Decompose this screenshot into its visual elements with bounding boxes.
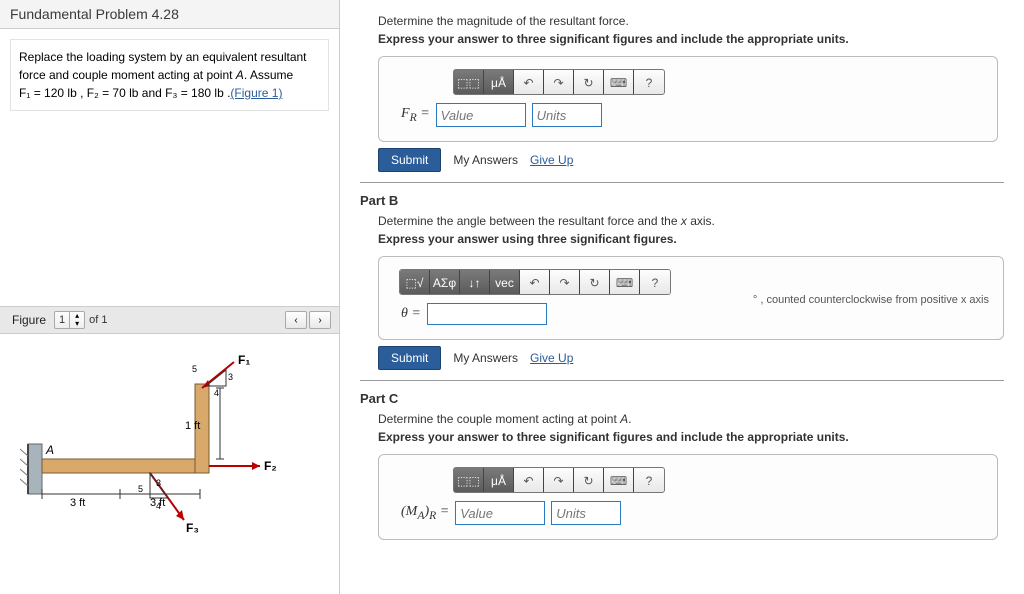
partB-toolbar: ⬚√ ΑΣφ ↓↑ vec ↶ ↷ ↻ ⌨ ? [399, 269, 671, 295]
problem-statement: Replace the loading system by an equival… [10, 39, 329, 111]
f2-value: F₂ = 70 lb [87, 86, 139, 100]
figure-next-button[interactable]: › [309, 311, 331, 329]
svg-text:4: 4 [214, 388, 219, 398]
figure-canvas: A F₁ 5 3 4 F₂ F₃ 5 [0, 334, 339, 594]
partB-answer-box: ⬚√ ΑΣφ ↓↑ vec ↶ ↷ ↻ ⌨ ? θ = ° , counted … [378, 256, 1004, 340]
partA-giveup-link[interactable]: Give Up [530, 153, 573, 167]
figure-link[interactable]: (Figure 1) [230, 86, 282, 100]
problem-text2: . Assume [244, 68, 293, 82]
partB-hint: ° , counted counterclockwise from positi… [753, 294, 989, 306]
svg-text:F₂: F₂ [264, 459, 277, 473]
partA-answer-box: ⬚⬚ μÅ ↶ ↷ ↻ ⌨ ? FR = [378, 56, 998, 142]
partB-submit-button[interactable]: Submit [378, 346, 441, 370]
partA-toolbar: ⬚⬚ μÅ ↶ ↷ ↻ ⌨ ? [453, 69, 665, 95]
keyboard-icon[interactable]: ⌨ [610, 270, 640, 295]
figure-header: Figure 1 ▴ ▾ of 1 ‹ › [0, 306, 339, 334]
help-icon[interactable]: ? [640, 270, 670, 295]
figure-stepper[interactable]: 1 ▴ ▾ [54, 311, 85, 329]
reset-icon[interactable]: ↻ [574, 468, 604, 493]
partA-submit-button[interactable]: Submit [378, 148, 441, 172]
sqrt-icon[interactable]: ⬚√ [400, 270, 430, 295]
partA-instructions: Express your answer to three significant… [378, 32, 1004, 46]
partA-value-input[interactable] [436, 103, 526, 127]
partC-prompt: Determine the couple moment acting at po… [378, 412, 1004, 426]
redo-icon[interactable]: ↷ [544, 468, 574, 493]
partC-label: Part C [360, 391, 1004, 406]
partC-units-input[interactable] [551, 501, 621, 525]
partA-units-input[interactable] [532, 103, 602, 127]
problem-title: Fundamental Problem 4.28 [0, 0, 339, 29]
greek-icon[interactable]: ΑΣφ [430, 270, 460, 295]
partC-instructions: Express your answer to three significant… [378, 430, 1004, 444]
svg-text:A: A [45, 443, 54, 457]
undo-icon[interactable]: ↶ [514, 468, 544, 493]
subscript-icon[interactable]: ↓↑ [460, 270, 490, 295]
help-icon[interactable]: ? [634, 70, 664, 95]
units-icon[interactable]: μÅ [484, 70, 514, 95]
keyboard-icon[interactable]: ⌨ [604, 468, 634, 493]
partB-value-input[interactable] [427, 303, 547, 325]
svg-text:3: 3 [156, 478, 161, 488]
keyboard-icon[interactable]: ⌨ [604, 70, 634, 95]
partC-answer-box: ⬚⬚ μÅ ↶ ↷ ↻ ⌨ ? (MA)R = [378, 454, 998, 540]
figure-prev-button[interactable]: ‹ [285, 311, 307, 329]
svg-text:5: 5 [192, 364, 197, 374]
hint-text: , counted counterclockwise from positive… [760, 294, 989, 306]
stepper-down-icon[interactable]: ▾ [70, 320, 84, 328]
undo-icon[interactable]: ↶ [514, 70, 544, 95]
partA-prompt: Determine the magnitude of the resultant… [378, 14, 1004, 28]
template-icon[interactable]: ⬚⬚ [454, 70, 484, 95]
partB-giveup-link[interactable]: Give Up [530, 351, 573, 365]
figure-current: 1 [55, 312, 69, 328]
partB-eq-label: θ = [401, 306, 421, 322]
degree-symbol: ° [753, 294, 757, 306]
svg-text:F₁: F₁ [238, 353, 250, 367]
f3-value: F₃ = 180 lb [165, 86, 224, 100]
f1-value: F₁ = 120 lb [19, 86, 77, 100]
partB-label: Part B [360, 193, 1004, 208]
figure-of-label: of 1 [89, 314, 107, 326]
svg-text:5: 5 [138, 484, 143, 494]
undo-icon[interactable]: ↶ [520, 270, 550, 295]
reset-icon[interactable]: ↻ [574, 70, 604, 95]
partA-my-answers: My Answers [453, 153, 518, 167]
vec-icon[interactable]: vec [490, 270, 520, 295]
beam-diagram: A F₁ 5 3 4 F₂ F₃ 5 [20, 344, 320, 584]
units-icon[interactable]: μÅ [484, 468, 514, 493]
partB-my-answers: My Answers [453, 351, 518, 365]
reset-icon[interactable]: ↻ [580, 270, 610, 295]
redo-icon[interactable]: ↷ [550, 270, 580, 295]
partC-value-input[interactable] [455, 501, 545, 525]
svg-text:1 ft: 1 ft [185, 420, 200, 432]
partC-toolbar: ⬚⬚ μÅ ↶ ↷ ↻ ⌨ ? [453, 467, 665, 493]
svg-text:F₃: F₃ [186, 521, 199, 535]
svg-text:3: 3 [228, 372, 233, 382]
point-label: A [236, 68, 244, 82]
template-icon[interactable]: ⬚⬚ [454, 468, 484, 493]
svg-text:3 ft: 3 ft [70, 497, 85, 509]
partC-eq-label: (MA)R = [401, 504, 449, 522]
partA-eq-label: FR = [401, 106, 430, 124]
svg-text:3 ft: 3 ft [150, 497, 165, 509]
figure-label: Figure [8, 311, 50, 329]
help-icon[interactable]: ? [634, 468, 664, 493]
partB-prompt: Determine the angle between the resultan… [378, 214, 1004, 228]
redo-icon[interactable]: ↷ [544, 70, 574, 95]
partB-instructions: Express your answer using three signific… [378, 232, 1004, 246]
